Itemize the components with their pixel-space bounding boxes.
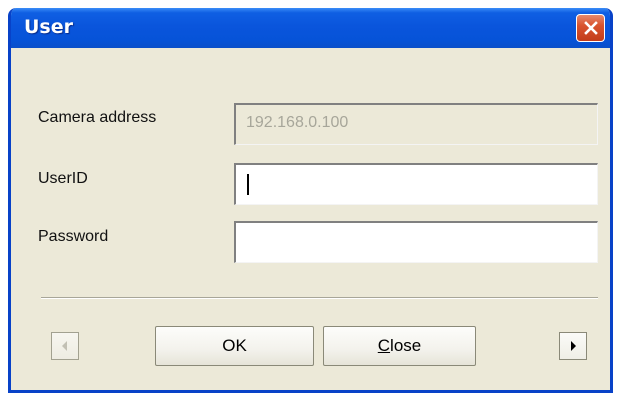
separator [41,297,598,299]
dialog-body: Camera address 192.168.0.100 UserID Pass… [11,48,610,390]
userid-input[interactable] [234,163,598,205]
password-label: Password [38,228,109,245]
close-icon [583,21,598,35]
close-label-rest: lose [390,336,422,355]
scroll-right-button[interactable] [559,332,587,360]
triangle-left-icon [62,341,67,351]
ok-button[interactable]: OK [155,326,314,366]
camera-address-label: Camera address [38,109,157,126]
close-button-label: Close [378,336,421,356]
triangle-right-icon [571,341,576,351]
text-caret [247,174,249,195]
close-window-button[interactable] [576,14,605,42]
close-mnemonic: C [377,336,391,355]
ok-button-label: OK [222,336,247,355]
camera-address-field: 192.168.0.100 [234,103,598,145]
dialog-title: User [24,16,73,38]
title-bar[interactable]: User [11,8,610,48]
scroll-left-button[interactable] [51,332,79,360]
userid-label: UserID [38,170,88,187]
close-button[interactable]: Close [323,326,476,366]
user-dialog: User Camera address 192.168.0.100 UserID… [8,8,613,393]
camera-address-value: 192.168.0.100 [246,114,349,131]
password-input[interactable] [234,221,598,263]
